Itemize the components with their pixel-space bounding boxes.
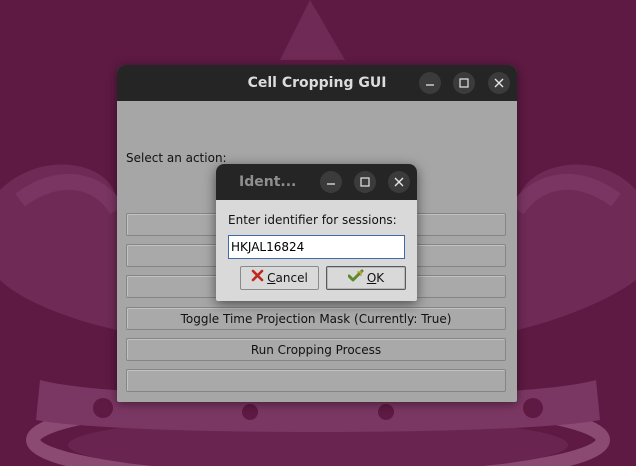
- minimize-icon: [327, 183, 335, 185]
- minimize-icon: [426, 84, 434, 86]
- dialog-title: Ident...: [239, 174, 297, 190]
- cancel-mnemonic: C: [267, 271, 276, 285]
- maximize-icon: [459, 78, 469, 88]
- close-icon: [394, 177, 404, 187]
- identifier-input[interactable]: [228, 235, 405, 259]
- dialog-titlebar[interactable]: Ident...: [216, 164, 417, 200]
- select-action-label: Select an action:: [126, 151, 227, 165]
- action-button-6[interactable]: [126, 369, 506, 392]
- close-button[interactable]: [488, 72, 510, 94]
- ok-mnemonic: O: [366, 271, 377, 285]
- dialog-close-button[interactable]: [388, 171, 410, 193]
- ok-button[interactable]: OK: [326, 266, 406, 290]
- cancel-x-icon: [251, 267, 264, 289]
- identifier-prompt-label: Enter identifier for sessions:: [228, 213, 397, 227]
- minimize-button[interactable]: [419, 72, 441, 94]
- identifier-dialog: Ident... Enter identifier for sessions: …: [216, 164, 417, 301]
- dialog-minimize-button[interactable]: [320, 171, 342, 193]
- maximize-icon: [360, 177, 370, 187]
- run-cropping-process-button[interactable]: Run Cropping Process: [126, 338, 506, 361]
- toggle-time-projection-mask-button[interactable]: Toggle Time Projection Mask (Currently: …: [126, 307, 506, 330]
- maximize-button[interactable]: [453, 72, 475, 94]
- close-icon: [494, 78, 504, 88]
- dialog-maximize-button[interactable]: [354, 171, 376, 193]
- main-titlebar[interactable]: Cell Cropping GUI: [117, 65, 517, 101]
- cancel-label: ancel: [275, 271, 308, 285]
- ok-label: K: [376, 271, 385, 285]
- ok-check-icon: [347, 267, 364, 289]
- cancel-button[interactable]: Cancel: [240, 266, 319, 290]
